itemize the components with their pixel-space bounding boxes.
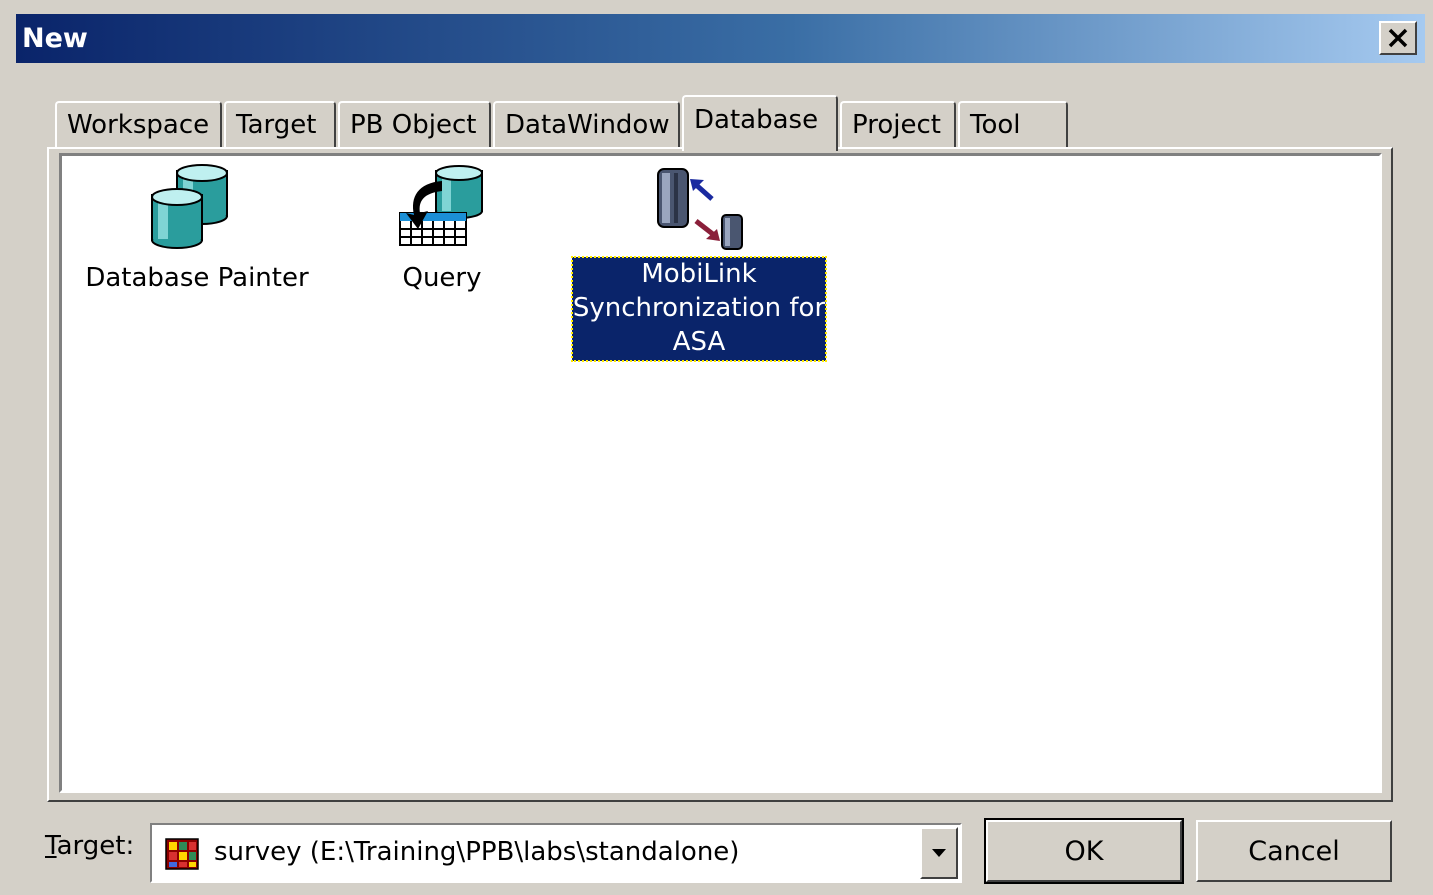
target-combobox[interactable]: survey (E:\Training\PPB\labs\standalone)	[150, 823, 962, 883]
item-label: Query	[402, 263, 482, 293]
tab-label: DataWindow	[505, 110, 670, 140]
target-app-icon	[165, 838, 199, 870]
target-value: survey (E:\Training\PPB\labs\standalone)	[214, 837, 740, 867]
cancel-button-label: Cancel	[1248, 835, 1340, 867]
close-button[interactable]	[1379, 21, 1417, 55]
tab-label: PB Object	[350, 110, 477, 140]
list-item-mobilink-sync[interactable]: MobiLink Synchronization for ASA	[571, 161, 832, 371]
object-list[interactable]: Database Painter Query MobiLink Synchron…	[59, 153, 1382, 793]
chevron-down-icon	[932, 849, 946, 857]
ok-button[interactable]: OK	[984, 818, 1184, 884]
dropdown-button[interactable]	[920, 827, 958, 879]
item-label-selected: MobiLink Synchronization for ASA	[571, 256, 827, 362]
tab-datawindow[interactable]: DataWindow	[493, 101, 680, 147]
target-label-accelerator: T	[45, 831, 57, 861]
tab-tool[interactable]: Tool	[958, 101, 1068, 147]
ok-button-label: OK	[1064, 835, 1104, 867]
query-icon	[399, 165, 483, 246]
tab-label: Target	[236, 110, 317, 140]
tab-project[interactable]: Project	[840, 101, 956, 147]
window-title: New	[22, 23, 88, 54]
tab-target[interactable]: Target	[224, 101, 336, 147]
item-label: Database Painter	[85, 263, 309, 293]
list-item-database-painter[interactable]: Database Painter	[72, 161, 322, 293]
mobilink-sync-icon	[657, 168, 743, 250]
tab-database[interactable]: Database	[682, 95, 838, 151]
title-bar: New	[16, 14, 1425, 63]
tab-workspace[interactable]: Workspace	[55, 101, 222, 147]
target-label-text: arget:	[56, 831, 135, 861]
tab-label: Database	[694, 105, 819, 135]
database-painter-icon	[151, 164, 228, 249]
tab-pb-object[interactable]: PB Object	[338, 101, 491, 147]
tab-label: Project	[852, 110, 941, 140]
tab-label: Tool	[970, 110, 1021, 140]
close-icon	[1388, 28, 1408, 48]
list-item-query[interactable]: Query	[372, 161, 512, 293]
target-label: Target:	[45, 831, 134, 861]
cancel-button[interactable]: Cancel	[1196, 820, 1392, 882]
tab-label: Workspace	[67, 110, 210, 140]
